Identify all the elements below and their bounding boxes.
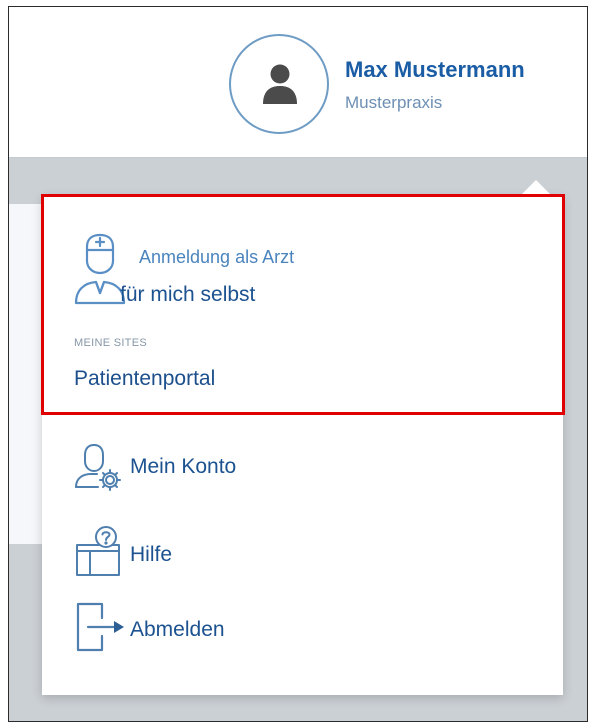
abmelden-label: Abmelden xyxy=(130,618,225,641)
mein-konto-label: Mein Konto xyxy=(130,455,237,478)
dropdown-pointer xyxy=(520,180,552,196)
account-settings-icon xyxy=(75,444,121,491)
user-silhouette-icon xyxy=(263,64,297,104)
user-name[interactable]: Max Mustermann xyxy=(345,57,525,83)
sites-heading: MEINE SITES xyxy=(74,337,147,349)
background-panel xyxy=(9,204,45,544)
menu-item-abmelden[interactable]: Abmelden xyxy=(74,600,534,652)
role-title: Anmeldung als Arzt xyxy=(139,247,295,267)
site-item-patientenportal[interactable]: Patientenportal xyxy=(74,367,215,391)
menu-item-hilfe[interactable]: Hilfe xyxy=(74,525,534,576)
role-subtitle: für mich selbst xyxy=(120,283,256,306)
user-organization: Musterpraxis xyxy=(345,93,443,112)
logout-icon xyxy=(76,602,124,652)
hilfe-label: Hilfe xyxy=(130,543,173,566)
app-frame: Max Mustermann Musterpraxis Anmeldung al… xyxy=(8,6,588,722)
top-bar: Max Mustermann Musterpraxis xyxy=(9,7,587,158)
menu-item-mein-konto[interactable]: Mein Konto xyxy=(74,443,534,493)
help-icon xyxy=(76,526,120,576)
user-avatar[interactable] xyxy=(229,34,329,134)
user-dropdown-menu: Anmeldung als Arzt für mich selbst MEINE… xyxy=(41,180,565,695)
